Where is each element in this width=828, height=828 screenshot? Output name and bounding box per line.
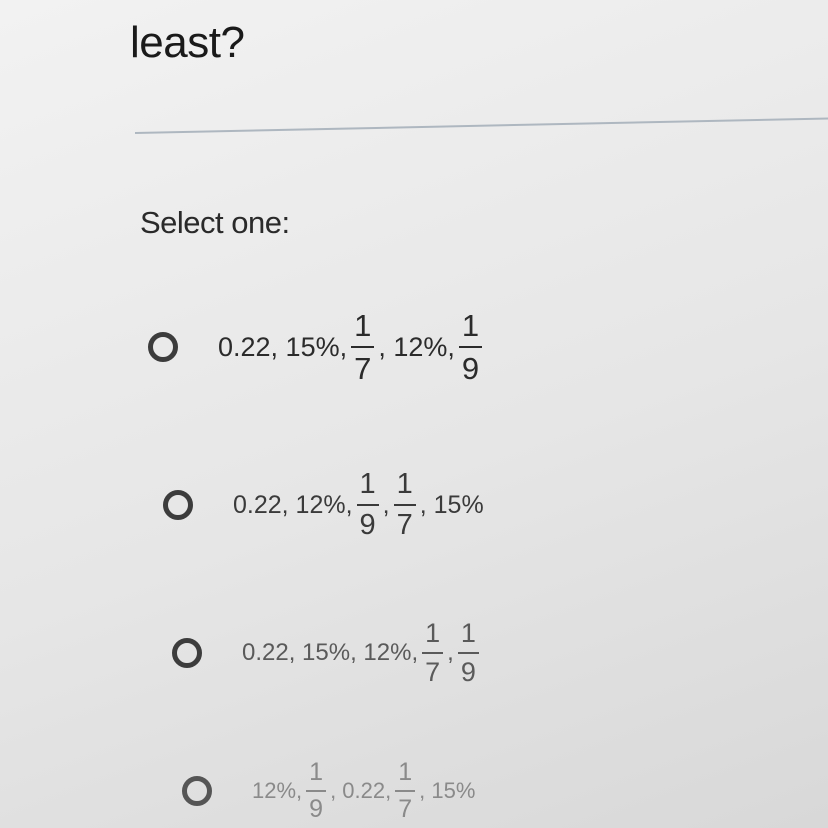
option-c[interactable]: 0.22, 15%, 12%, 1 7, 1 9 <box>172 620 483 686</box>
fraction: 19 <box>457 620 479 687</box>
option-text-segment: 0.22, 12%, <box>233 490 353 519</box>
fraction-numerator: 1 <box>422 620 444 654</box>
fraction-numerator: 1 <box>306 760 327 792</box>
fraction: 19 <box>306 760 327 823</box>
fraction-denominator: 7 <box>398 795 413 823</box>
fraction: 19 <box>458 310 483 386</box>
radio-button-c[interactable] <box>172 638 202 668</box>
option-b[interactable]: 0.22, 12%, 1 9, 1 7, 15% <box>163 470 484 540</box>
fraction-denominator: 9 <box>309 795 324 823</box>
option-a-text: 0.22, 15%, 1 7, 12%, 1 9 <box>218 310 486 384</box>
fraction: 17 <box>422 620 444 687</box>
option-text-segment: , <box>382 490 390 519</box>
option-text-segment: , 0.22, <box>330 778 392 803</box>
radio-button-a[interactable] <box>148 332 178 362</box>
fraction: 17 <box>393 470 416 541</box>
option-text-segment: 0.22, 15%, <box>218 331 348 362</box>
radio-button-d[interactable] <box>182 776 212 806</box>
fraction-denominator: 9 <box>359 509 376 541</box>
radio-button-b[interactable] <box>163 490 193 520</box>
option-d[interactable]: 12%, 1 9, 0.22, 1 7, 15% <box>182 760 475 822</box>
option-a[interactable]: 0.22, 15%, 1 7, 12%, 1 9 <box>148 310 486 384</box>
option-c-text: 0.22, 15%, 12%, 1 7, 1 9 <box>242 620 483 686</box>
option-text-segment: , 12%, <box>378 331 455 362</box>
option-text-segment: , 15% <box>419 778 476 803</box>
fraction-denominator: 7 <box>396 509 413 541</box>
option-text-segment: 12%, <box>252 778 303 803</box>
divider <box>134 117 828 134</box>
option-d-text: 12%, 1 9, 0.22, 1 7, 15% <box>252 760 475 822</box>
question-text: least? <box>130 18 245 67</box>
fraction: 17 <box>351 310 375 386</box>
fraction-numerator: 1 <box>395 760 416 792</box>
option-text-segment: , <box>447 639 454 666</box>
fraction-numerator: 1 <box>458 310 483 348</box>
fraction-denominator: 9 <box>461 351 480 386</box>
fraction: 19 <box>356 470 379 541</box>
fraction-numerator: 1 <box>457 620 479 654</box>
fraction-numerator: 1 <box>351 310 375 348</box>
fraction: 17 <box>395 760 416 823</box>
select-one-prompt: Select one: <box>140 205 290 240</box>
fraction-numerator: 1 <box>393 470 416 506</box>
fraction-numerator: 1 <box>356 470 379 506</box>
option-text-segment: 0.22, 15%, 12%, <box>242 639 419 666</box>
fraction-denominator: 9 <box>460 657 476 687</box>
fraction-denominator: 7 <box>354 351 372 386</box>
fraction-denominator: 7 <box>425 657 441 687</box>
option-text-segment: , 15% <box>419 490 484 519</box>
option-b-text: 0.22, 12%, 1 9, 1 7, 15% <box>233 470 484 540</box>
